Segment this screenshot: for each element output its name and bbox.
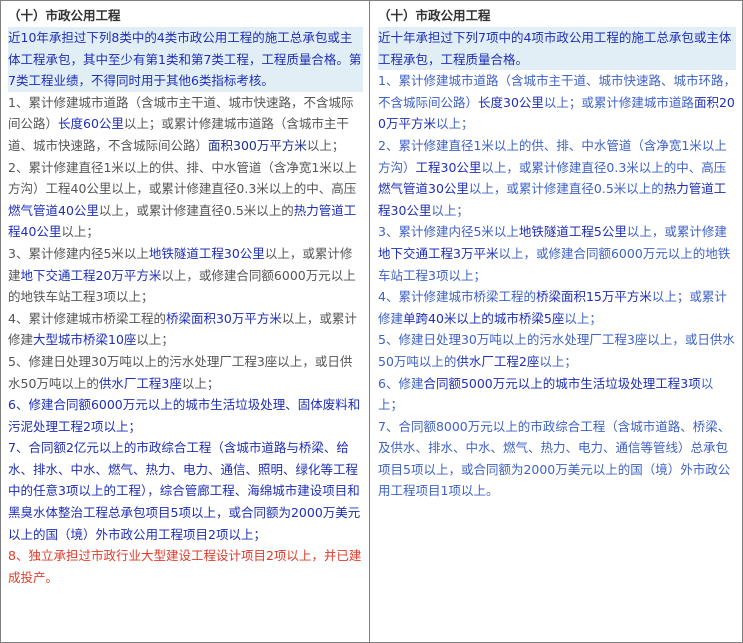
right-item-3: 3、累计修建内径5米以上地铁隧道工程5公里以上，或累计修建地下交通工程3万平米以… <box>378 224 731 283</box>
left-item-7: 7、合同额2亿元以上的市政综合工程（含城市道路与桥梁、给水、排水、中水、燃气、热… <box>8 440 361 542</box>
right-column: （十）市政公用工程 近十年承担过下列7项中的4项市政公用工程的施工总承包或主体工… <box>370 1 742 642</box>
left-item-4: 4、累计修建城市桥梁工程的桥梁面积30万平方米以上，或累计修建大型城市桥梁10座… <box>8 310 357 348</box>
left-section-title: （十）市政公用工程 <box>8 8 121 23</box>
right-section-title: （十）市政公用工程 <box>378 8 491 23</box>
left-item-5: 5、修建日处理30万吨以上的污水处理厂工程3座以上，或日供水50万吨以上的供水厂… <box>8 353 353 391</box>
right-item-1: 1、累计修建城市道路（含城市主干道、城市快速路、城市环路，不含城际间公路）长度3… <box>378 73 736 132</box>
left-item-2: 2、累计修建直径1米以上的供、排、中水管道（含净宽1米以上方沟）工程40公里以上… <box>8 159 357 240</box>
right-item-4: 4、累计修建城市桥梁工程的桥梁面积15万平方米以上；或累计修建单跨40米以上的城… <box>378 289 727 326</box>
right-intro: 近十年承担过下列7项中的4项市政公用工程的施工总承包或主体工程承包，工程质量合格… <box>378 27 736 71</box>
right-item-7: 7、合同额8000万元以上的市政综合工程（含城市道路、桥梁、及供水、排水、中水、… <box>378 418 731 499</box>
left-item-3: 3、累计修建内径5米以上地铁隧道工程30公里以上，或累计修建地下交通工程20万平… <box>8 245 356 305</box>
left-item-8: 8、独立承担过市政行业大型建设工程设计项目2项以上，并已建成投产。 <box>8 548 362 585</box>
left-intro: 近10年承担过下列8类中的4类市政公用工程的施工总承包或主体工程承包，其中至少有… <box>8 27 363 92</box>
left-column: （十）市政公用工程 近10年承担过下列8类中的4类市政公用工程的施工总承包或主体… <box>1 1 370 642</box>
right-item-5: 5、修建日处理30万吨以上的污水处理厂工程3座以上，或日供水50万吨以上的供水厂… <box>378 332 735 369</box>
left-item-6: 6、修建合同额6000万元以上的城市生活垃圾处理、固体废料和污泥处理工程2项以上… <box>8 397 361 434</box>
right-item-6: 6、修建合同额5000万元以上的城市生活垃圾处理工程3项以上； <box>378 375 714 413</box>
comparison-table: （十）市政公用工程 近10年承担过下列8类中的4类市政公用工程的施工总承包或主体… <box>0 0 743 643</box>
left-item-1: 1、累计修建城市道路（含城市主干道、城市快速路，不含城际间公路）长度60公里以上… <box>8 94 354 153</box>
right-item-2: 2、累计修建直径1米以上的供、排、中水管道（含净宽1米以上方沟）工程30公里以上… <box>378 137 727 218</box>
